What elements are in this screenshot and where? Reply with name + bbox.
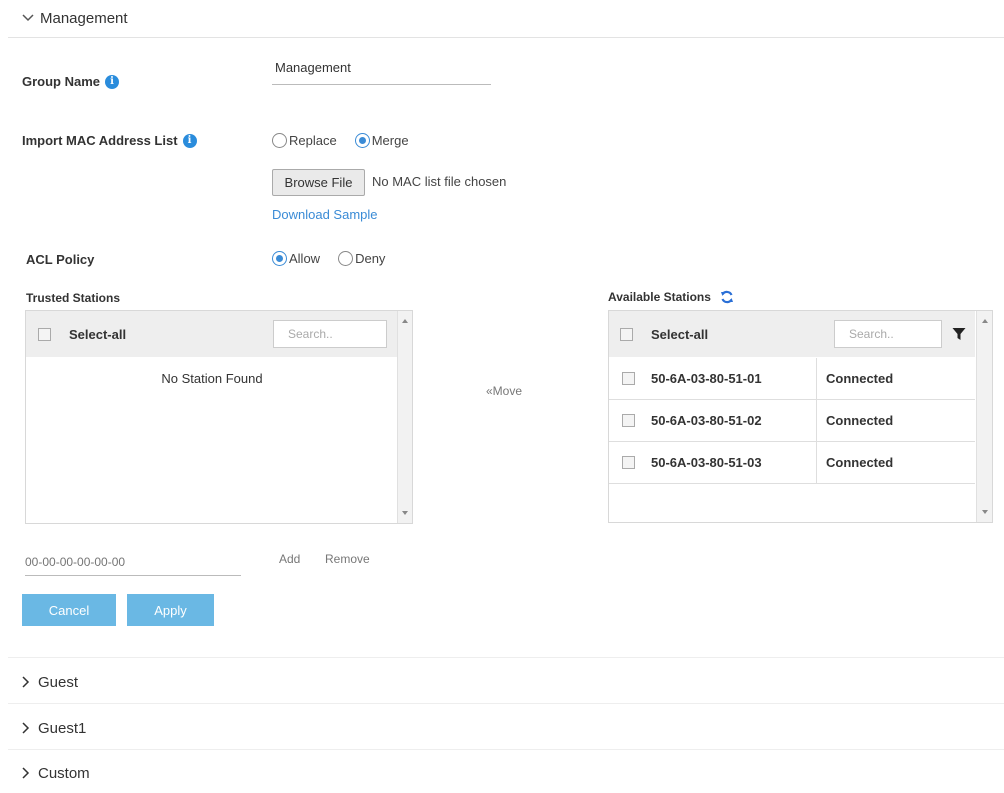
apply-button[interactable]: Apply xyxy=(127,594,214,626)
available-stations-title: Available Stations xyxy=(608,290,734,304)
file-status: No MAC list file chosen xyxy=(372,174,507,189)
custom-section-toggle[interactable]: Custom xyxy=(22,753,1004,793)
group-name-label: Group Name i xyxy=(22,74,120,89)
management-section-toggle[interactable]: Management xyxy=(22,7,128,29)
table-row[interactable]: 50-6A-03-80-51-01 Connected xyxy=(609,358,975,400)
add-button[interactable]: Add xyxy=(279,552,300,566)
scroll-down-icon[interactable] xyxy=(981,510,988,514)
radio-button-selected[interactable] xyxy=(272,251,287,266)
radio-button[interactable] xyxy=(272,133,287,148)
row-checkbox[interactable] xyxy=(621,414,635,427)
import-mac-label: Import MAC Address List i xyxy=(22,133,197,148)
chevron-right-icon xyxy=(22,676,30,688)
info-icon[interactable]: i xyxy=(182,133,197,148)
chevron-down-icon xyxy=(22,14,34,22)
guest1-section-toggle[interactable]: Guest1 xyxy=(22,708,1004,748)
radio-merge[interactable]: Merge xyxy=(354,133,409,148)
guest-section-toggle[interactable]: Guest xyxy=(22,662,1004,702)
radio-replace[interactable]: Replace xyxy=(272,133,337,148)
trusted-stations-panel: Select-all No Station Found xyxy=(25,310,413,524)
filter-icon[interactable] xyxy=(952,327,966,341)
station-mac: 50-6A-03-80-51-03 xyxy=(647,442,817,483)
divider xyxy=(8,749,1004,750)
scroll-down-icon[interactable] xyxy=(402,511,408,515)
available-search-input[interactable] xyxy=(834,320,942,348)
refresh-icon[interactable] xyxy=(720,290,734,304)
divider xyxy=(8,657,1004,658)
available-scrollbar[interactable] xyxy=(976,311,992,522)
radio-allow[interactable]: Allow xyxy=(272,251,320,266)
select-all-label: Select-all xyxy=(651,326,709,342)
select-all-label: Select-all xyxy=(69,326,127,342)
chevron-right-icon xyxy=(22,722,30,734)
mac-address-input[interactable] xyxy=(25,548,241,576)
radio-button-selected[interactable] xyxy=(354,133,370,148)
acl-policy-label: ACL Policy xyxy=(26,252,95,267)
station-status: Connected xyxy=(826,455,894,470)
available-panel-header: Select-all xyxy=(609,311,975,357)
scroll-up-icon[interactable] xyxy=(402,319,408,323)
trusted-panel-header: Select-all xyxy=(26,311,398,357)
browse-file-button[interactable]: Browse File xyxy=(272,169,365,196)
group-name-input[interactable] xyxy=(272,58,491,85)
section-title: Management xyxy=(40,9,128,27)
move-button[interactable]: «Move xyxy=(486,384,522,398)
download-sample-link[interactable]: Download Sample xyxy=(272,207,378,222)
remove-button[interactable]: Remove xyxy=(325,552,370,566)
cancel-button[interactable]: Cancel xyxy=(22,594,116,626)
row-checkbox[interactable] xyxy=(621,372,635,385)
trusted-stations-title: Trusted Stations xyxy=(26,291,121,305)
info-icon[interactable]: i xyxy=(105,74,120,89)
row-checkbox-cell xyxy=(609,414,647,427)
station-mac: 50-6A-03-80-51-01 xyxy=(647,358,817,399)
import-mode-radios: Replace Merge xyxy=(272,133,409,148)
row-checkbox-cell xyxy=(609,372,647,385)
radio-deny[interactable]: Deny xyxy=(338,251,385,266)
chevron-right-icon xyxy=(22,767,30,779)
station-mac: 50-6A-03-80-51-02 xyxy=(647,400,817,441)
section-divider xyxy=(8,37,1004,38)
station-status: Connected xyxy=(826,371,894,386)
empty-message: No Station Found xyxy=(161,371,263,386)
table-row[interactable]: 50-6A-03-80-51-02 Connected xyxy=(609,400,975,442)
row-checkbox[interactable] xyxy=(621,456,635,469)
station-status: Connected xyxy=(826,413,894,428)
trusted-scrollbar[interactable] xyxy=(397,311,412,523)
row-checkbox-cell xyxy=(609,456,647,469)
available-select-all-checkbox[interactable] xyxy=(620,327,633,341)
table-row[interactable]: 50-6A-03-80-51-03 Connected xyxy=(609,442,975,484)
available-stations-panel: Select-all 50-6A-03-80-51-01Connected50-… xyxy=(608,310,993,523)
divider xyxy=(8,703,1004,704)
scroll-up-icon[interactable] xyxy=(981,319,988,323)
trusted-search-input[interactable] xyxy=(273,320,387,348)
radio-button[interactable] xyxy=(338,251,354,266)
acl-policy-radios: Allow Deny xyxy=(272,251,385,266)
trusted-select-all-checkbox[interactable] xyxy=(38,327,51,341)
